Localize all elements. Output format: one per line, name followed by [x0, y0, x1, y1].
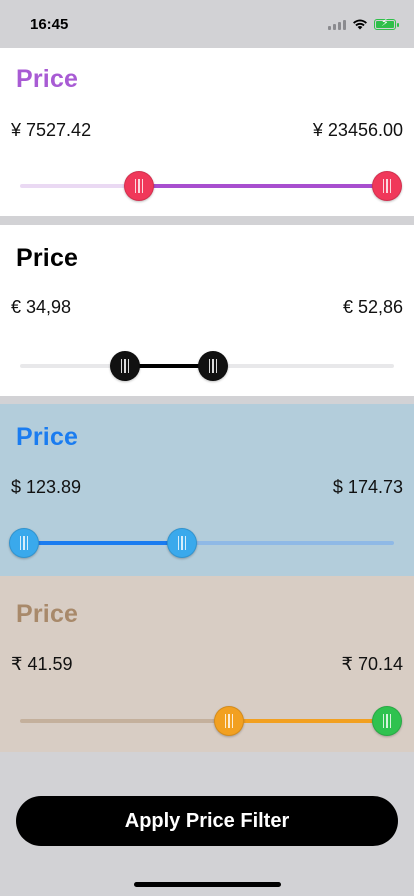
status-time: 16:45: [30, 16, 69, 33]
cellular-signal-icon: [328, 18, 346, 30]
price-slider-panel-euro: Price € 34,98 € 52,86: [0, 225, 414, 396]
min-price-label: € 34,98: [11, 297, 72, 317]
max-price-label: $ 174.73: [332, 477, 403, 497]
min-slider-thumb[interactable]: [214, 706, 244, 736]
panel-title: Price: [16, 244, 79, 272]
slider-selected-range: [139, 184, 387, 188]
price-slider-panel-yen: Price ¥ 7527.42 ¥ 23456.00: [0, 48, 414, 216]
min-price-label: $ 123.89: [11, 477, 82, 497]
status-bar: 16:45 ⚡: [0, 0, 414, 48]
min-price-label: ₹ 41.59: [11, 654, 73, 674]
panel-title: Price: [16, 600, 79, 628]
min-slider-thumb[interactable]: [9, 528, 39, 558]
max-slider-thumb[interactable]: [167, 528, 197, 558]
max-price-label: ¥ 23456.00: [312, 120, 403, 140]
panel-title: Price: [16, 65, 79, 93]
home-indicator: [134, 882, 281, 887]
price-slider-panel-dollar: Price $ 123.89 $ 174.73: [0, 404, 414, 576]
status-icons: ⚡: [328, 16, 399, 32]
battery-charging-icon: ⚡: [374, 17, 399, 30]
apply-price-filter-button[interactable]: Apply Price Filter: [16, 796, 398, 846]
min-slider-thumb[interactable]: [124, 171, 154, 201]
max-price-label: € 52,86: [342, 297, 403, 317]
wifi-icon: [353, 19, 367, 30]
max-slider-thumb[interactable]: [372, 706, 402, 736]
max-price-label: ₹ 70.14: [341, 654, 404, 674]
min-slider-thumb[interactable]: [110, 351, 140, 381]
min-price-label: ¥ 7527.42: [11, 120, 92, 140]
price-slider-panel-rupee: Price ₹ 41.59 ₹ 70.14: [0, 576, 414, 752]
panel-title: Price: [16, 423, 79, 451]
slider-selected-range: [229, 719, 387, 723]
max-slider-thumb[interactable]: [198, 351, 228, 381]
max-slider-thumb[interactable]: [372, 171, 402, 201]
slider-selected-range: [24, 541, 182, 545]
